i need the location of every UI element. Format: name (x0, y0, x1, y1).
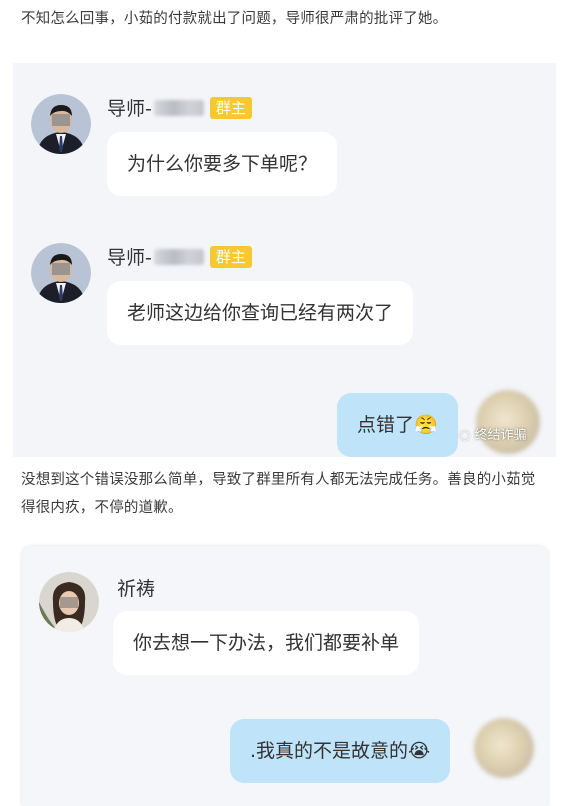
sender-name: 祈祷 (117, 578, 156, 600)
wechat-icon: ◌ (459, 428, 471, 443)
self-message-bubble[interactable]: 点错了😤 (337, 393, 458, 457)
message-bubble[interactable]: 为什么你要多下单呢？ (107, 132, 338, 196)
chat-screenshot-1: 导师- 群主 为什么你要多下单呢？ 导师- 群主 老师这边给你查询已经有两次了 … (13, 63, 556, 457)
self-message-bubble[interactable]: .我真的不是故意的😭 (230, 719, 451, 783)
sender-row: 祈祷 (117, 574, 155, 601)
watermark-text: 终结诈骗 (474, 428, 527, 443)
message-bubble[interactable]: 你去想一下办法，我们都要补单 (113, 611, 420, 675)
mentor-avatar[interactable] (31, 94, 91, 154)
sender-avatar[interactable] (39, 572, 99, 632)
self-avatar[interactable] (476, 390, 540, 454)
mentor-avatar[interactable] (31, 243, 91, 303)
watermark: ◌ 终结诈骗 (459, 424, 527, 443)
group-owner-badge: 群主 (209, 96, 252, 119)
sender-name: 导师- (107, 247, 152, 269)
sender-row: 导师- 群主 (107, 94, 252, 121)
message-bubble[interactable]: 老师这边给你查询已经有两次了 (107, 281, 414, 345)
sender-row: 导师- 群主 (107, 243, 252, 270)
blurred-name (153, 99, 204, 116)
chat-screenshot-2: 祈祷 你去想一下办法，我们都要补单 .我真的不是故意的😭 (22, 546, 548, 806)
self-avatar[interactable] (474, 718, 534, 778)
group-owner-badge: 群主 (209, 245, 252, 268)
sender-name: 导师- (107, 98, 152, 120)
middle-paragraph: 没想到这个错误没那么简单，导致了群里所有人都无法完成任务。善良的小茹觉得很内疚，… (21, 472, 536, 516)
intro-paragraph: 不知怎么回事，小茹的付款就出了问题，导师很严肃的批评了她。 (21, 11, 448, 27)
blurred-name (153, 248, 204, 265)
